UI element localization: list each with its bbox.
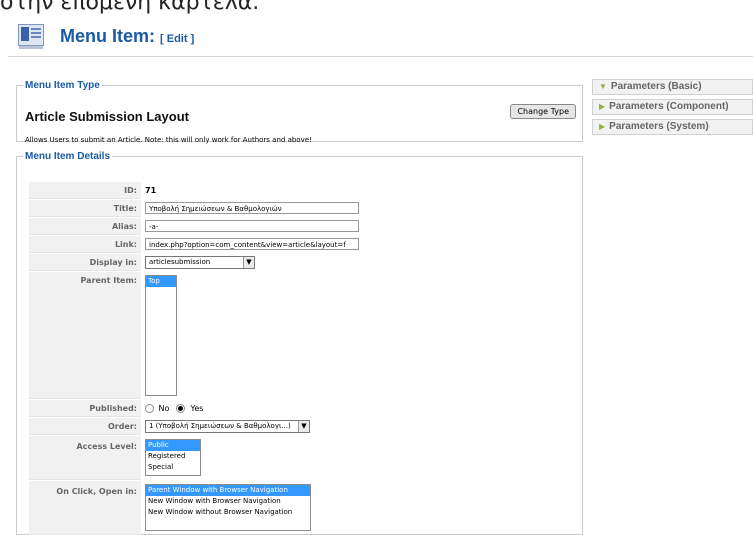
menu-item-type-section: Menu Item Type Article Submission Layout… — [16, 80, 583, 144]
panel-parameters-component[interactable]: ▶ Parameters (Component) — [592, 99, 753, 115]
triangle-right-icon: ▶ — [599, 122, 606, 131]
order-value: 1 (Υποβολή Σημειώσεων & Βαθμολογι...) — [149, 422, 291, 430]
menu-item-details-section: Menu Item Details ID: 71 Title: Υποβολή … — [16, 151, 583, 535]
on-click-label: On Click, Open in: — [29, 481, 141, 535]
access-level-option[interactable]: Registered — [146, 451, 200, 462]
display-in-select[interactable]: articlesubmission ▼ — [145, 256, 255, 269]
on-click-option[interactable]: Parent Window with Browser Navigation — [146, 485, 310, 496]
change-type-button[interactable]: Change Type — [510, 104, 576, 119]
panel-label: Parameters (Component) — [609, 101, 729, 112]
parent-item-option-top[interactable]: Top — [146, 276, 176, 287]
menu-item-icon — [18, 24, 44, 49]
published-no-radio[interactable] — [145, 404, 154, 413]
menu-item-type-title: Article Submission Layout — [25, 109, 189, 124]
triangle-down-icon: ▼ — [599, 82, 607, 91]
panel-parameters-system[interactable]: ▶ Parameters (System) — [592, 119, 753, 135]
parent-item-label: Parent Item: — [29, 272, 141, 399]
page-title: Menu Item: [ Edit ] — [60, 26, 194, 47]
access-level-option[interactable]: Special — [146, 462, 200, 473]
access-level-option[interactable]: Public — [146, 440, 200, 451]
display-in-label: Display in: — [29, 254, 141, 271]
page-title-text: Menu Item: — [60, 25, 156, 46]
chevron-down-icon: ▼ — [298, 421, 309, 432]
menu-item-type-legend: Menu Item Type — [25, 80, 100, 91]
parent-item-listbox[interactable]: Top — [145, 275, 177, 396]
panel-parameters-basic[interactable]: ▼ Parameters (Basic) — [592, 79, 753, 95]
title-label: Title: — [29, 200, 141, 217]
alias-input[interactable]: -a- — [145, 220, 359, 232]
published-label: Published: — [29, 400, 141, 417]
published-radio-group: No Yes — [145, 404, 203, 413]
alias-label: Alias: — [29, 218, 141, 235]
order-label: Order: — [29, 418, 141, 435]
display-in-value: articlesubmission — [149, 258, 211, 266]
access-level-label: Access Level: — [29, 436, 141, 480]
published-yes-radio[interactable] — [175, 404, 185, 413]
link-label: Link: — [29, 236, 141, 253]
edit-label: [ Edit ] — [160, 32, 195, 45]
on-click-option[interactable]: New Window with Browser Navigation — [146, 496, 310, 507]
published-yes-label: Yes — [190, 404, 204, 413]
chevron-down-icon: ▼ — [243, 257, 254, 268]
panel-label: Parameters (System) — [609, 121, 709, 132]
menu-item-type-description: Allows Users to submit an Article. Note:… — [25, 136, 312, 144]
published-no-label: No — [158, 404, 170, 413]
id-label: ID: — [29, 182, 141, 199]
access-level-listbox[interactable]: Public Registered Special — [145, 439, 201, 476]
header-divider — [8, 56, 753, 57]
title-input[interactable]: Υποβολή Σημειώσεων & Βαθμολογιών — [145, 202, 359, 214]
on-click-option[interactable]: New Window without Browser Navigation — [146, 507, 310, 518]
link-input[interactable]: index.php?option=com_content&view=articl… — [145, 238, 359, 250]
top-caption: στην επόμενη καρτέλα. — [0, 0, 260, 15]
order-select[interactable]: 1 (Υποβολή Σημειώσεων & Βαθμολογι...) ▼ — [145, 420, 310, 433]
menu-item-details-legend: Menu Item Details — [25, 151, 111, 162]
on-click-listbox[interactable]: Parent Window with Browser Navigation Ne… — [145, 484, 311, 531]
id-value: 71 — [145, 186, 157, 195]
panel-label: Parameters (Basic) — [610, 81, 702, 92]
page-header: Menu Item: [ Edit ] — [18, 22, 194, 50]
triangle-right-icon: ▶ — [599, 102, 606, 111]
